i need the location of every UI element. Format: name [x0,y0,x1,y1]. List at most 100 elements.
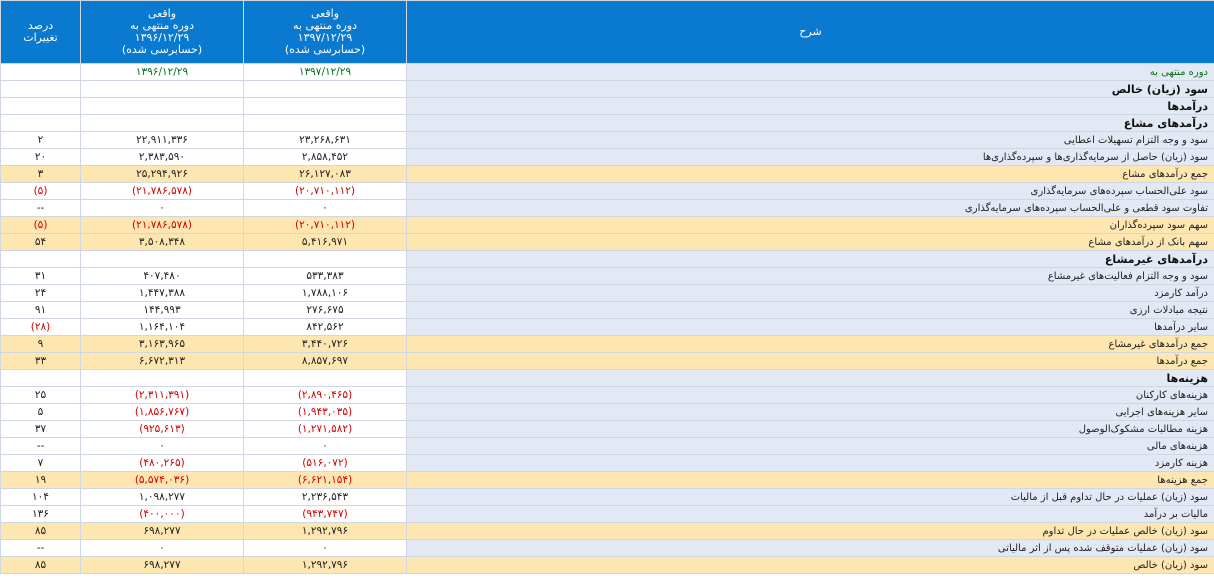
change-percent: ۱۰۴ [0,488,81,506]
value-1397 [243,80,407,98]
change-percent: -- [0,539,81,557]
change-percent: -- [0,437,81,455]
value-1396: ۲۵,۲۹۴,۹۲۶ [80,165,244,183]
row-description: سود (زیان) خالص [406,80,1214,98]
row-description: درآمدهای مشاع [406,114,1214,132]
value-1396: ۲,۳۸۳,۵۹۰ [80,148,244,166]
table-row: سود (زیان) عملیات متوقف شده پس از اثر ما… [0,539,1214,557]
table-row: سود (زیان) عملیات در حال تداوم قبل از ما… [0,488,1214,506]
change-percent: ۱۹ [0,471,81,489]
value-1396 [80,80,244,98]
column-header-1397[interactable]: واقعی دوره منتهی به ۱۳۹۷/۱۲/۲۹ (حسابرسی … [243,0,407,64]
change-percent: ۵۴ [0,233,81,251]
value-1397: (۹۴۳,۷۴۷) [243,505,407,523]
table-row: درآمد کارمزد ۱,۷۸۸,۱۰۶ ۱,۴۴۷,۳۸۸ ۲۴ [0,284,1214,302]
change-percent: ۸۵ [0,522,81,540]
row-description: سایر درآمدها [406,318,1214,336]
row-description: سود (زیان) عملیات در حال تداوم قبل از ما… [406,488,1214,506]
value-1396: ۲۲,۹۱۱,۳۳۶ [80,131,244,149]
value-1397: (۱,۹۴۳,۰۳۵) [243,403,407,421]
value-1396 [80,114,244,132]
value-1397: ۸۴۲,۵۶۲ [243,318,407,336]
value-1397: ۰ [243,199,407,217]
change-percent [0,97,81,115]
change-percent: ۳۱ [0,267,81,285]
value-1396: (۴۰۰,۰۰۰) [80,505,244,523]
value-1397 [243,369,407,387]
value-1397: ۲۷۶,۶۷۵ [243,301,407,319]
table-row: جمع هزینه‌ها (۶,۶۲۱,۱۵۴) (۵,۵۷۴,۰۳۶) ۱۹ [0,471,1214,489]
row-description: سود و وجه التزام فعالیت‌های غیرمشاع [406,267,1214,285]
row-description: هزینه‌های کارکنان [406,386,1214,404]
table-row: هزینه کارمزد (۵۱۶,۰۷۲) (۴۸۰,۲۶۵) ۷ [0,454,1214,472]
table-row: هزینه‌های کارکنان (۲,۸۹۰,۴۶۵) (۲,۳۱۱,۳۹۱) ۲… [0,386,1214,404]
value-1397: ۵۳۳,۳۸۳ [243,267,407,285]
column-header-change-percent[interactable]: درصد تغییرات [0,0,81,64]
table-row: مالیات بر درآمد (۹۴۳,۷۴۷) (۴۰۰,۰۰۰) ۱۳۶ [0,505,1214,523]
value-1397: ۰ [243,539,407,557]
change-percent: ۲۴ [0,284,81,302]
table-row: تفاوت سود قطعی و علی‌الحساب سپرده‌های سر… [0,199,1214,217]
value-1397: ۲,۸۵۸,۴۵۲ [243,148,407,166]
change-percent: ۷ [0,454,81,472]
row-description: هزینه مطالبات مشکوک‌الوصول [406,420,1214,438]
change-percent: (۵) [0,216,81,234]
change-percent: ۲ [0,131,81,149]
change-percent: (۲۸) [0,318,81,336]
value-1396: (۱,۸۵۶,۷۶۷) [80,403,244,421]
column-header-description[interactable]: شرح [406,0,1214,64]
row-description: جمع درآمدهای غیرمشاع [406,335,1214,353]
table-row: جمع درآمدها ۸,۸۵۷,۶۹۷ ۶,۶۷۲,۳۱۳ ۳۳ [0,352,1214,370]
change-percent: ۳۳ [0,352,81,370]
table-body: دوره منتهی به ۱۳۹۷/۱۲/۲۹ ۱۳۹۶/۱۲/۲۹ سود (زی… [0,63,1214,574]
value-1397: (۲۰,۷۱۰,۱۱۲) [243,216,407,234]
row-description: سهم بانک از درآمدهای مشاع [406,233,1214,251]
change-percent: ۳۷ [0,420,81,438]
value-1396 [80,369,244,387]
value-1397: ۳,۴۴۰,۷۲۶ [243,335,407,353]
row-description: هزینه کارمزد [406,454,1214,472]
change-percent: ۳ [0,165,81,183]
row-description: هزینه‌های مالی [406,437,1214,455]
table-row: نتیجه مبادلات ارزی ۲۷۶,۶۷۵ ۱۴۴,۹۹۳ ۹۱ [0,301,1214,319]
value-1396: (۴۸۰,۲۶۵) [80,454,244,472]
change-percent [0,114,81,132]
value-1396: ۳,۵۰۸,۳۴۸ [80,233,244,251]
column-header-1396[interactable]: واقعی دوره منتهی به ۱۳۹۶/۱۲/۲۹ (حسابرسی … [80,0,244,64]
table-row: جمع درآمدهای مشاع ۲۶,۱۲۷,۰۸۳ ۲۵,۲۹۴,۹۲۶ ۳ [0,165,1214,183]
row-description: جمع درآمدهای مشاع [406,165,1214,183]
table-row: هزینه مطالبات مشکوک‌الوصول (۱,۲۷۱,۵۸۲) (۹۲… [0,420,1214,438]
table-row: سود (زیان) خالص ۱,۲۹۲,۷۹۶ ۶۹۸,۲۷۷ ۸۵ [0,556,1214,574]
row-description: درآمدها [406,97,1214,115]
value-1396: ۶۹۸,۲۷۷ [80,556,244,574]
value-1396: ۱۴۴,۹۹۳ [80,301,244,319]
row-description: سود (زیان) عملیات متوقف شده پس از اثر ما… [406,539,1214,557]
table-row: درآمدها [0,97,1214,115]
value-1396: (۲۱,۷۸۶,۵۷۸) [80,182,244,200]
value-1396: ۱,۴۴۷,۳۸۸ [80,284,244,302]
value-1396: ۶۹۸,۲۷۷ [80,522,244,540]
value-1396 [80,250,244,268]
value-1396: (۹۲۵,۶۱۳) [80,420,244,438]
change-percent [0,80,81,98]
change-percent: -- [0,199,81,217]
value-1397: (۶,۶۲۱,۱۵۴) [243,471,407,489]
row-description: جمع هزینه‌ها [406,471,1214,489]
value-1397 [243,250,407,268]
table-row: سایر درآمدها ۸۴۲,۵۶۲ ۱,۱۶۴,۱۰۴ (۲۸) [0,318,1214,336]
value-1396: ۱۳۹۶/۱۲/۲۹ [80,63,244,81]
value-1396: ۰ [80,199,244,217]
value-1397: ۲۳,۲۶۸,۶۳۱ [243,131,407,149]
value-1397 [243,97,407,115]
value-1396 [80,97,244,115]
value-1396: (۲۱,۷۸۶,۵۷۸) [80,216,244,234]
table-row: جمع درآمدهای غیرمشاع ۳,۴۴۰,۷۲۶ ۳,۱۶۳,۹۶۵ ۹ [0,335,1214,353]
value-1397: (۲۰,۷۱۰,۱۱۲) [243,182,407,200]
income-statement-table: شرح واقعی دوره منتهی به ۱۳۹۷/۱۲/۲۹ (حساب… [0,0,1214,574]
row-description: سود و وجه التزام تسهیلات اعطایی [406,131,1214,149]
value-1397: (۵۱۶,۰۷۲) [243,454,407,472]
value-1396: ۱,۰۹۸,۲۷۷ [80,488,244,506]
value-1397: ۸,۸۵۷,۶۹۷ [243,352,407,370]
value-1397: ۱,۲۹۲,۷۹۶ [243,556,407,574]
table-row: سود (زیان) حاصل از سرمایه‌گذاری‌ها و سپر… [0,148,1214,166]
